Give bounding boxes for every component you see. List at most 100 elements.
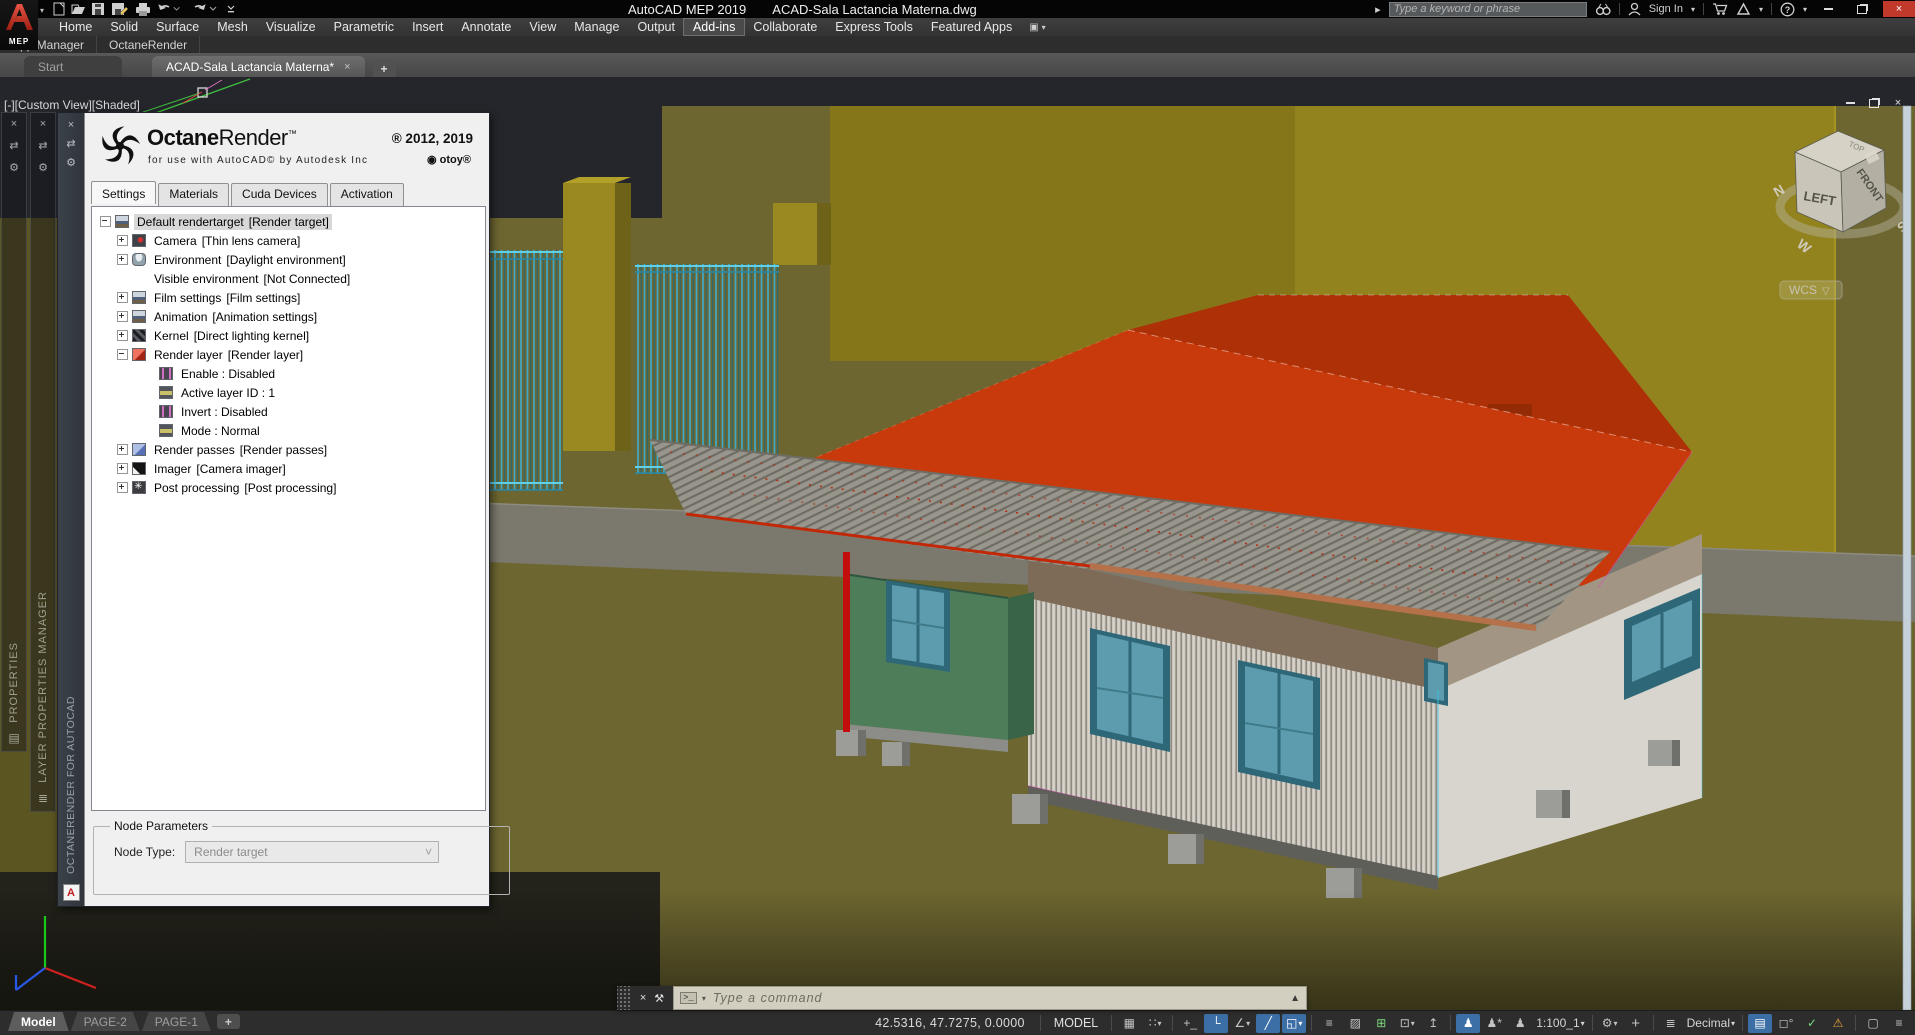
palette-settings-icon[interactable]: ⚙ — [66, 156, 76, 169]
ortho-mode-toggle[interactable]: └ — [1204, 1013, 1229, 1033]
polar-tracking-toggle[interactable]: ∠ ▾ — [1230, 1014, 1254, 1033]
expand-icon[interactable] — [117, 482, 128, 493]
grid-toggle[interactable]: ▦ — [1117, 1014, 1141, 1033]
annotation-autoscale-toggle[interactable]: ♟* — [1482, 1014, 1506, 1033]
selection-filtering-toggle[interactable]: ◻° — [1774, 1014, 1798, 1033]
octane-tab-activation[interactable]: Activation — [329, 183, 404, 206]
lineweight-toggle[interactable]: ≡ — [1317, 1014, 1341, 1033]
expand-icon[interactable] — [117, 330, 128, 341]
ribbon-tab-featured-apps[interactable]: Featured Apps — [922, 19, 1021, 35]
graphics-performance-button[interactable]: ✓ — [1800, 1014, 1824, 1033]
palette-autohide-icon[interactable]: ⇄ — [66, 137, 75, 150]
quick-properties-toggle[interactable]: ▤ — [1748, 1013, 1772, 1033]
command-customize-wrench-icon[interactable]: ⚒ — [654, 992, 664, 1005]
new-file-icon[interactable] — [53, 2, 65, 16]
help-icon[interactable]: ? — [1780, 2, 1795, 17]
expand-icon[interactable] — [117, 254, 128, 265]
ribbon-tab-insert[interactable]: Insert — [403, 19, 452, 35]
selection-cycling-toggle[interactable]: ⊞ — [1369, 1014, 1393, 1033]
ribbon-tab-output[interactable]: Output — [628, 19, 684, 35]
search-binoculars-icon[interactable] — [1595, 2, 1611, 16]
scale-dropdown-icon[interactable]: ▾ — [1581, 1019, 1585, 1028]
annotation-scale-value[interactable]: 1:100_1 ▾ — [1534, 1014, 1586, 1033]
palette-autohide-icon[interactable]: ⇄ — [38, 139, 48, 152]
collapse-icon[interactable] — [117, 349, 128, 360]
file-tab-close-icon[interactable]: × — [344, 61, 350, 73]
units-icon[interactable]: ≣ — [1659, 1014, 1683, 1033]
tree-item-environment[interactable]: Environment [Daylight environment] — [92, 250, 485, 269]
layout-tab-model[interactable]: Model — [8, 1012, 69, 1031]
layer-manager-palette-bar[interactable]: × ⇄ ⚙ LAYER PROPERTIES MANAGER ≣ — [30, 112, 56, 812]
file-tab-start[interactable]: Start — [24, 56, 122, 77]
annotation-visibility-toggle[interactable]: ♟ — [1456, 1013, 1481, 1033]
palette-autohide-icon[interactable]: ⇄ — [9, 139, 19, 152]
command-history-expand-icon[interactable]: ▲ — [1290, 993, 1300, 1004]
command-input-area[interactable]: >_ ▾ ▲ — [673, 986, 1307, 1010]
sign-in-button[interactable]: Sign In — [1649, 3, 1683, 15]
tree-item-imager[interactable]: Imager [Camera imager] — [92, 459, 485, 478]
open-icon[interactable] — [71, 4, 85, 14]
tree-item-active-layer-id[interactable]: Active layer ID : 1 — [92, 383, 485, 402]
tree-item-post-processing[interactable]: Post processing[Post processing] — [92, 478, 485, 497]
app-store-cart-icon[interactable] — [1712, 2, 1728, 16]
snap-dropdown-icon[interactable]: ▾ — [1158, 1019, 1162, 1028]
snap-mode-toggle[interactable]: ∷ ▾ — [1143, 1014, 1167, 1033]
qat-customize-icon[interactable] — [227, 5, 235, 13]
ribbon-tab-view[interactable]: View — [520, 19, 565, 35]
wcs-dropdown-button[interactable]: WCS ▽ — [1779, 280, 1843, 300]
ribbon-tab-surface[interactable]: Surface — [147, 19, 208, 35]
tree-item-animation[interactable]: Animation [Animation settings] — [92, 307, 485, 326]
command-close-icon[interactable]: × — [640, 992, 646, 1004]
palette-close-icon[interactable]: × — [9, 118, 19, 130]
workspace-switching-button[interactable]: ⚙ ▾ — [1598, 1014, 1622, 1033]
undo-dropdown-icon[interactable] — [173, 6, 180, 11]
ribbon-tab-home[interactable]: Home — [50, 19, 101, 35]
ribbon-tab-add-ins[interactable]: Add-ins — [682, 18, 746, 36]
viewport-scrollbar[interactable] — [1902, 105, 1912, 1010]
drawing-minimize-button[interactable] — [1843, 97, 1857, 109]
layout-tab-page-1[interactable]: PAGE-1 — [141, 1012, 211, 1031]
tree-item-mode[interactable]: Mode : Normal — [92, 421, 485, 440]
isometric-drafting-toggle[interactable]: ╱ — [1256, 1013, 1281, 1033]
tree-item-render-layer[interactable]: Render layer [Render layer] — [92, 345, 485, 364]
3dosnap-dropdown-icon[interactable]: ▾ — [1411, 1019, 1415, 1028]
polar-dropdown-icon[interactable]: ▾ — [1246, 1019, 1250, 1028]
sign-in-dropdown-icon[interactable]: ▾ — [1691, 5, 1695, 14]
ribbon-display-dropdown-icon[interactable]: ▾ — [1042, 23, 1046, 32]
file-tab-document[interactable]: ACAD-Sala Lactancia Materna* × — [152, 56, 365, 77]
plot-icon[interactable] — [136, 3, 150, 16]
restore-button[interactable] — [1849, 1, 1875, 17]
user-icon[interactable] — [1628, 2, 1641, 16]
expand-icon[interactable] — [117, 444, 128, 455]
close-button[interactable]: × — [1883, 1, 1915, 17]
redo-icon[interactable] — [194, 2, 206, 10]
octane-tab-settings[interactable]: Settings — [91, 181, 157, 204]
tree-item-kernel[interactable]: Kernel [Direct lighting kernel] — [92, 326, 485, 345]
palette-close-icon[interactable]: × — [38, 118, 48, 130]
search-input[interactable] — [1388, 1, 1587, 17]
autodesk-logo-icon[interactable] — [1736, 2, 1751, 16]
node-type-select[interactable]: Render target — [185, 840, 440, 863]
palette-close-icon[interactable]: × — [68, 119, 74, 131]
octane-tab-materials[interactable]: Materials — [158, 183, 230, 206]
units-dropdown-icon[interactable]: ▾ — [1731, 1019, 1735, 1028]
annotation-scale-button[interactable]: ♟ — [1508, 1014, 1532, 1033]
autodesk-dropdown-icon[interactable]: ▾ — [1759, 5, 1763, 14]
dynamic-input-toggle[interactable]: +_ — [1178, 1014, 1202, 1033]
tree-item-enable[interactable]: Enable : Disabled — [92, 364, 485, 383]
tree-item-render-passes[interactable]: Render passes [Render passes] — [92, 440, 485, 459]
app-button-dropdown-icon[interactable]: ▾ — [40, 6, 44, 15]
annotation-monitor-toggle[interactable]: + — [1624, 1014, 1648, 1033]
ribbon-tab-solid[interactable]: Solid — [101, 19, 147, 35]
dynamic-ucs-toggle[interactable]: ↥ — [1421, 1014, 1445, 1033]
tree-item-visible-environment[interactable]: Visible environment [Not Connected] — [92, 269, 485, 288]
tree-item-rendertarget[interactable]: Default rendertarget [Render target] — [92, 212, 485, 231]
undo-icon[interactable] — [158, 2, 170, 10]
search-expand-icon[interactable]: ▸ — [1375, 3, 1381, 16]
command-bar-grip[interactable] — [617, 986, 631, 1010]
render-settings-tree[interactable]: Default rendertarget [Render target] Came… — [91, 206, 486, 811]
ribbon-tab-parametric[interactable]: Parametric — [325, 19, 403, 35]
drawing-close-button[interactable]: × — [1891, 97, 1905, 109]
palette-settings-icon[interactable]: ⚙ — [9, 161, 19, 174]
expand-icon[interactable] — [117, 463, 128, 474]
